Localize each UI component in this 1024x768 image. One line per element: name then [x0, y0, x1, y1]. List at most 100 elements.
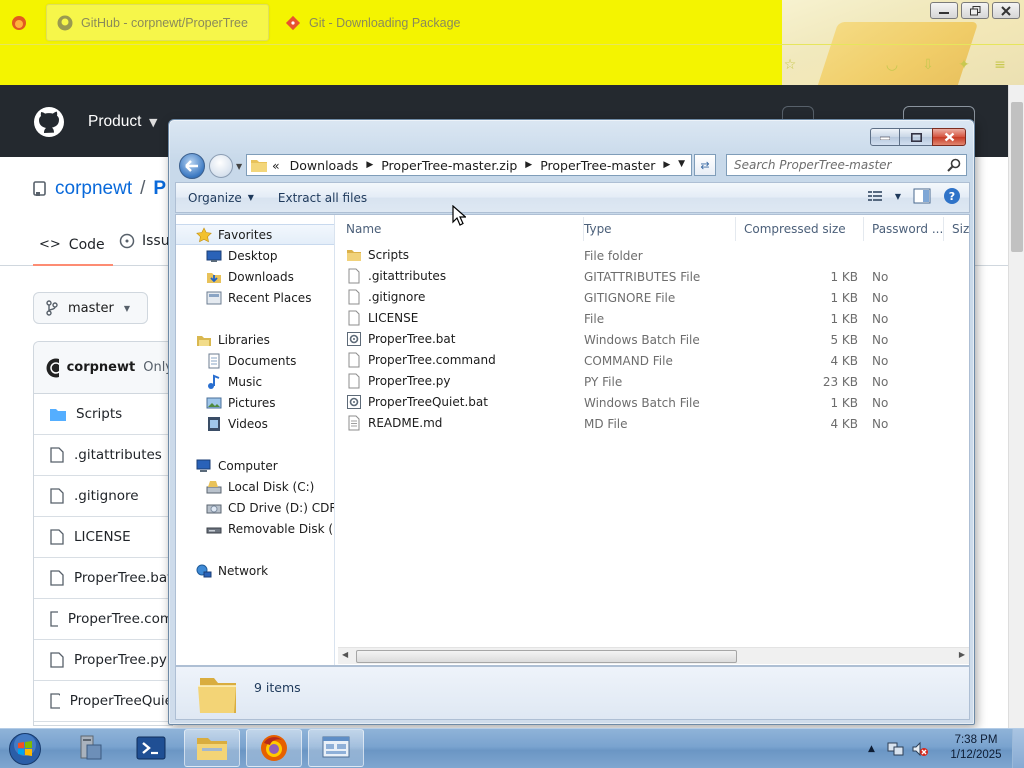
table-row[interactable]: Scripts File folder [336, 246, 969, 267]
scroll-right-icon[interactable]: ▶ [959, 650, 965, 659]
back-button[interactable] [179, 153, 205, 179]
organize-button[interactable]: Organize ▼ [176, 187, 266, 209]
browser-minimize-button[interactable] [930, 2, 958, 19]
extract-all-button[interactable]: Extract all files [266, 187, 379, 209]
address-bar[interactable]: « Downloads ▶ ProperTree-master.zip ▶ Pr… [246, 154, 692, 176]
address-dropdown-icon[interactable]: ▼ [678, 159, 685, 169]
repo-name-link[interactable]: P [153, 178, 166, 200]
table-row[interactable]: .gitattributes GITATTRIBUTES File 1 KB N… [336, 267, 969, 288]
sidebar-item-cd-drive[interactable]: CD Drive (D:) CDROM [176, 497, 334, 518]
explorer-close-button[interactable] [932, 128, 966, 146]
column-header-type[interactable]: Type [576, 217, 736, 241]
explorer-minimize-button[interactable] [870, 128, 900, 146]
search-icon[interactable] [947, 158, 961, 172]
downloads-icon[interactable]: ⇩ [919, 56, 937, 74]
sidebar-item-downloads[interactable]: Downloads [176, 266, 334, 287]
sidebar-item-music[interactable]: Music [176, 371, 334, 392]
chevron-right-icon[interactable]: ▶ [661, 160, 672, 170]
breadcrumb-downloads[interactable]: Downloads [284, 158, 365, 173]
sidebar-item-videos[interactable]: Videos [176, 413, 334, 434]
table-row[interactable]: LICENSE File 1 KB No [336, 309, 969, 330]
recent-pages-dropdown[interactable]: ▼ [236, 162, 242, 171]
view-options-icon[interactable] [867, 189, 883, 203]
scroll-left-icon[interactable]: ◀ [342, 650, 348, 659]
taskbar-remote-app-button[interactable] [308, 729, 364, 767]
file-list[interactable]: Name Type Compressed size Password ... S… [336, 215, 969, 665]
repo-owner-link[interactable]: corpnewt [55, 178, 132, 200]
refresh-button[interactable]: ⇄ [694, 154, 716, 176]
taskbar-clock[interactable]: 7:38 PM 1/12/2025 [944, 733, 1008, 763]
start-button-icon[interactable] [6, 732, 44, 766]
table-row[interactable]: README.md MD File 4 KB No [336, 414, 969, 435]
navigation-pane[interactable]: Favorites Desktop Downloads Recent Place… [176, 215, 335, 665]
sidebar-item-computer[interactable]: Computer [176, 455, 334, 476]
list-item[interactable]: .gitignore [34, 476, 173, 517]
table-row[interactable]: ProperTreeQuiet.bat Windows Batch File 1… [336, 393, 969, 414]
page-scrollbar[interactable] [1008, 85, 1024, 728]
list-item[interactable]: ProperTree.bat [34, 558, 173, 599]
address-prefix[interactable]: « [268, 158, 284, 173]
sidebar-item-pictures[interactable]: Pictures [176, 392, 334, 413]
taskbar-firefox-button[interactable] [246, 729, 302, 767]
help-icon[interactable]: ? [943, 187, 961, 205]
sidebar-item-recent-places[interactable]: Recent Places [176, 287, 334, 308]
column-header-password[interactable]: Password ... [864, 217, 944, 241]
list-item[interactable]: ProperTree.com [34, 599, 173, 640]
list-item[interactable]: ProperTree.py [34, 640, 173, 681]
column-header-compressed-size[interactable]: Compressed size [736, 217, 864, 241]
column-header-size[interactable]: Size [944, 217, 969, 241]
horizontal-scrollbar[interactable]: ◀ ▶ [338, 647, 969, 664]
tab-issues[interactable]: Issu [119, 233, 170, 249]
sidebar-item-local-disk[interactable]: Local Disk (C:) [176, 476, 334, 497]
browser-restore-button[interactable] [961, 2, 989, 19]
bookmark-star-icon[interactable]: ☆ [781, 56, 799, 74]
nav-product[interactable]: Product [88, 113, 141, 131]
tab-git-downloading[interactable]: Git - Downloading Package [275, 4, 495, 41]
taskbar-server-manager-button[interactable] [62, 729, 118, 767]
page-scrollbar-thumb[interactable] [1011, 102, 1023, 252]
github-logo-icon[interactable] [33, 106, 65, 138]
chevron-right-icon[interactable]: ▶ [523, 160, 534, 170]
browser-close-button[interactable] [992, 2, 1020, 19]
table-row[interactable]: ProperTree.py PY File 23 KB No [336, 372, 969, 393]
tab-github-propertree[interactable]: GitHub - corpnewt/ProperTree [46, 4, 269, 41]
pocket-icon[interactable]: ◡ [883, 56, 901, 74]
branch-selector[interactable]: master ▼ [33, 292, 148, 324]
menu-icon[interactable]: ≡ [991, 56, 1009, 74]
table-row[interactable]: ProperTree.command COMMAND File 4 KB No [336, 351, 969, 372]
table-row[interactable]: ProperTree.bat Windows Batch File 5 KB N… [336, 330, 969, 351]
extensions-icon[interactable]: ✦ [955, 56, 973, 74]
breadcrumb-propertree-master[interactable]: ProperTree-master [534, 158, 661, 173]
sidebar-item-desktop[interactable]: Desktop [176, 245, 334, 266]
taskbar-powershell-button[interactable] [123, 729, 179, 767]
sidebar-item-network[interactable]: Network [176, 560, 334, 581]
list-item[interactable]: .gitattributes [34, 435, 173, 476]
search-input[interactable]: Search ProperTree-master [726, 154, 967, 176]
list-item[interactable]: LICENSE [34, 517, 173, 558]
chevron-down-icon[interactable]: ▼ [895, 192, 901, 201]
show-hidden-icons-icon[interactable]: ▲ [868, 744, 875, 754]
tab-code[interactable]: <> Code [33, 233, 113, 266]
forward-button[interactable] [209, 154, 233, 178]
avatar[interactable] [46, 358, 59, 378]
list-item[interactable]: Scripts [34, 394, 173, 435]
table-row[interactable]: .gitignore GITIGNORE File 1 KB No [336, 288, 969, 309]
taskbar-explorer-button[interactable] [184, 729, 240, 767]
text-file-icon [348, 415, 360, 431]
horizontal-scrollbar-thumb[interactable] [356, 650, 737, 663]
sidebar-item-label: Videos [228, 416, 268, 431]
sidebar-item-libraries[interactable]: Libraries [176, 329, 334, 350]
firefox-view-icon[interactable] [8, 12, 30, 34]
list-item[interactable]: ProperTreeQuie [34, 681, 173, 722]
preview-pane-icon[interactable] [913, 188, 931, 204]
sidebar-item-documents[interactable]: Documents [176, 350, 334, 371]
network-tray-icon[interactable] [887, 741, 905, 757]
breadcrumb-zip[interactable]: ProperTree-master.zip [375, 158, 523, 173]
show-desktop-button[interactable] [1012, 729, 1024, 768]
explorer-maximize-button[interactable] [900, 128, 932, 146]
sidebar-item-favorites[interactable]: Favorites [176, 224, 334, 245]
volume-muted-icon[interactable] [911, 741, 929, 757]
chevron-right-icon[interactable]: ▶ [364, 160, 375, 170]
sidebar-item-removable-disk[interactable]: Removable Disk (E:) [176, 518, 334, 539]
commit-author[interactable]: corpnewt [67, 360, 136, 375]
